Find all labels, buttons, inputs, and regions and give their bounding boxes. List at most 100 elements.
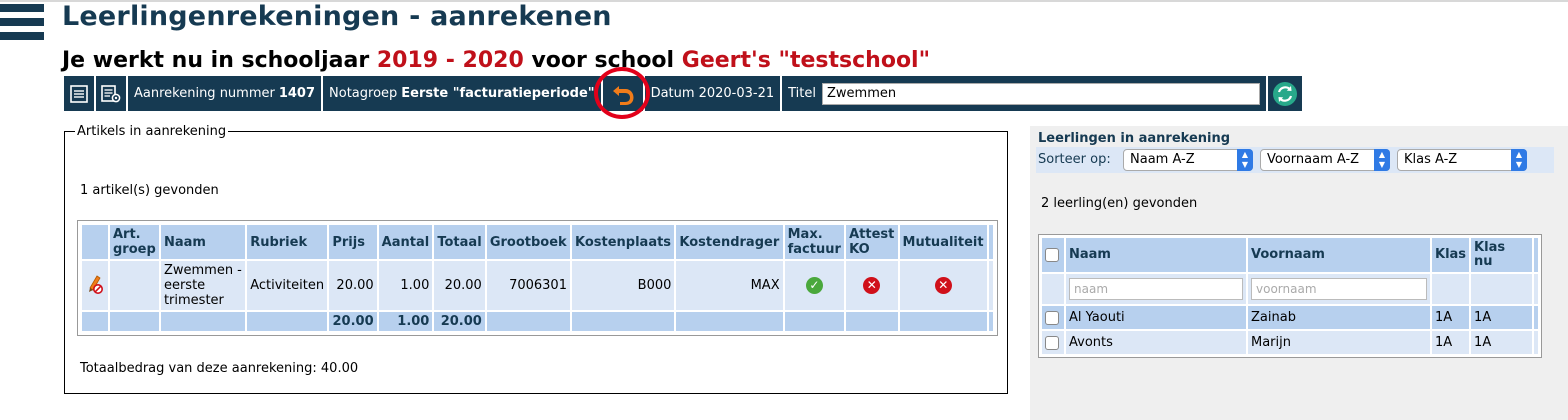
school-year-line: Je werkt nu in schooljaar 2019 - 2020 vo… xyxy=(62,48,930,73)
header-kostenplaats[interactable]: Kostenplaats xyxy=(571,225,675,259)
titel-label: Titel xyxy=(788,86,816,101)
cell-max-factuur: ✓ xyxy=(784,261,845,310)
refresh-button[interactable] xyxy=(1268,76,1304,111)
titel-input[interactable] xyxy=(822,82,1260,105)
cell-grootboek: 7006301 xyxy=(486,261,570,310)
total-totaal: 20.00 xyxy=(434,312,485,331)
cell-aantal: 1.00 xyxy=(378,261,433,310)
aanrekening-value: 1407 xyxy=(278,86,316,101)
header-voornaam[interactable]: Voornaam xyxy=(1248,238,1430,272)
artikels-legend: Artikels in aanrekening xyxy=(77,124,227,139)
datum-label: Datum xyxy=(650,86,695,101)
header-spacer xyxy=(989,225,993,259)
cell-naam: Al Yaouti xyxy=(1066,306,1246,329)
row-checkbox[interactable] xyxy=(1045,335,1059,350)
filter-voornaam-input[interactable] xyxy=(1251,278,1427,300)
row-checkbox[interactable] xyxy=(1045,310,1059,325)
notagroep-label: Notagroep xyxy=(329,86,398,101)
school-prefix: Je werkt nu in schooljaar xyxy=(62,48,370,73)
cell-rubriek: Activiteiten xyxy=(247,261,328,310)
header-aantal[interactable]: Aantal xyxy=(378,225,433,259)
header-mutualiteit[interactable]: Mutualiteit xyxy=(899,225,987,259)
sort-select-1[interactable]: Naam A-Z ▲ ▼ xyxy=(1123,149,1253,171)
check-circle-icon: ✓ xyxy=(805,277,823,294)
cell-voornaam: Zainab xyxy=(1248,306,1430,329)
filter-naam-input[interactable] xyxy=(1069,278,1243,300)
sort-bar: Sorteer op: Naam A-Z ▲ ▼ Voornaam A-Z ▲ ▼ … xyxy=(1036,147,1554,173)
select-arrows-icon: ▲ ▼ xyxy=(1237,149,1253,171)
sort-select-3[interactable]: Klas A-Z ▲ ▼ xyxy=(1397,149,1527,171)
edit-article-icon[interactable] xyxy=(82,261,108,310)
leerlingen-table-container: Naam Voornaam Klas Klasnu Al Yaouti Zain… xyxy=(1038,234,1542,358)
x-circle-icon: ✕ xyxy=(863,277,881,294)
list-icon[interactable] xyxy=(64,76,96,111)
refresh-icon xyxy=(1273,81,1297,106)
header-naam[interactable]: Naam xyxy=(160,225,246,259)
total-amount-line: Totaalbedrag van deze aanrekening: 40.00 xyxy=(80,361,359,376)
cell-mutualiteit: ✕ xyxy=(899,261,987,310)
school-mid: voor school xyxy=(531,48,675,73)
leerlingen-found-count: 2 leerling(en) gevonden xyxy=(1041,196,1198,211)
cell-klas: 1A xyxy=(1432,306,1470,329)
header-rubriek[interactable]: Rubriek xyxy=(247,225,328,259)
sort-select-2[interactable]: Voornaam A-Z ▲ ▼ xyxy=(1260,149,1390,171)
datum-value: 2020-03-21 xyxy=(698,86,775,101)
titel: Titel xyxy=(782,76,1268,111)
table-row: Zwemmen - eerste trimester Activiteiten 20… xyxy=(82,261,993,310)
cell-naam: Zwemmen - eerste trimester xyxy=(160,261,246,310)
cell-klas: 1A xyxy=(1432,331,1470,354)
school-name: Geert's "testschool" xyxy=(681,48,931,73)
leerlingen-table: Naam Voornaam Klas Klasnu Al Yaouti Zain… xyxy=(1040,236,1540,356)
aanrekening-nummer: Aanrekening nummer 1407 xyxy=(128,76,324,111)
header-icon-col xyxy=(82,225,108,259)
artikels-fieldset: Artikels in aanrekening 1 artikel(s) gev… xyxy=(64,124,1008,394)
artikels-found-count: 1 artikel(s) gevonden xyxy=(80,183,219,198)
datum: Datum 2020-03-21 xyxy=(644,76,783,111)
sort-select-3-value: Klas A-Z xyxy=(1404,152,1458,167)
cell-kostenplaats: B000 xyxy=(571,261,675,310)
header-klas-nu[interactable]: Klas nu xyxy=(1471,238,1532,272)
menu-icon[interactable] xyxy=(0,4,44,46)
select-arrows-icon: ▲ ▼ xyxy=(1511,149,1527,171)
cell-attest-ko: ✕ xyxy=(846,261,898,310)
cell-voornaam: Marijn xyxy=(1248,331,1430,354)
sort-select-1-value: Naam A-Z xyxy=(1130,152,1195,167)
header-max-factuur[interactable]: Max. factuur xyxy=(784,225,845,259)
notagroep-value: Eerste "facturatieperiode" xyxy=(401,86,595,101)
header-kostendrager[interactable]: Kostendrager xyxy=(676,225,783,259)
school-year: 2019 - 2020 xyxy=(376,48,524,73)
header-klas[interactable]: Klas xyxy=(1432,238,1470,272)
totals-row: 20.00 1.00 20.00 xyxy=(82,312,993,331)
cell-prijs: 20.00 xyxy=(329,261,377,310)
leerlingen-header-row: Naam Voornaam Klas Klas nu xyxy=(1042,238,1538,272)
header-prijs[interactable]: Prijs xyxy=(329,225,377,259)
highlight-ring xyxy=(593,67,650,119)
select-all-checkbox-cell xyxy=(1042,238,1064,272)
table-row[interactable]: Al Yaouti Zainab 1A 1A xyxy=(1042,306,1538,329)
header-totaal[interactable]: Totaal xyxy=(434,225,485,259)
select-arrows-icon: ▲ ▼ xyxy=(1374,149,1390,171)
header-attest-ko[interactable]: Attest KO xyxy=(846,225,898,259)
header-grootboek[interactable]: Grootboek xyxy=(486,225,570,259)
select-all-checkbox[interactable] xyxy=(1045,247,1059,262)
table-row[interactable]: Avonts Marijn 1A 1A xyxy=(1042,331,1538,354)
artikels-table: Art. groep Naam Rubriek Prijs Aantal Tota… xyxy=(80,223,995,333)
notagroep: Notagroep Eerste "facturatieperiode" xyxy=(323,76,603,111)
artikels-table-container: Art. groep Naam Rubriek Prijs Aantal Tota… xyxy=(77,220,998,336)
cell-klas-nu: 1A xyxy=(1471,331,1532,354)
header-art-groep[interactable]: Art. groep xyxy=(110,225,159,259)
artikels-header-row: Art. groep Naam Rubriek Prijs Aantal Tota… xyxy=(82,225,993,259)
cell-art-groep xyxy=(110,261,159,310)
filter-row xyxy=(1042,274,1538,304)
aanrekening-toolbar: Aanrekening nummer 1407 Notagroep Eerste… xyxy=(64,67,1304,119)
header-naam[interactable]: Naam xyxy=(1066,238,1246,272)
cell-spacer xyxy=(989,261,993,310)
x-circle-icon: ✕ xyxy=(934,277,952,294)
undo-button[interactable] xyxy=(593,67,650,119)
leerlingen-title: Leerlingen in aanrekening xyxy=(1038,131,1231,146)
sort-label: Sorteer op: xyxy=(1038,152,1111,167)
cell-totaal: 20.00 xyxy=(434,261,485,310)
leerlingen-panel: Leerlingen in aanrekening Sorteer op: Na… xyxy=(1030,126,1568,420)
cell-naam: Avonts xyxy=(1066,331,1246,354)
list-settings-icon[interactable] xyxy=(96,76,128,111)
